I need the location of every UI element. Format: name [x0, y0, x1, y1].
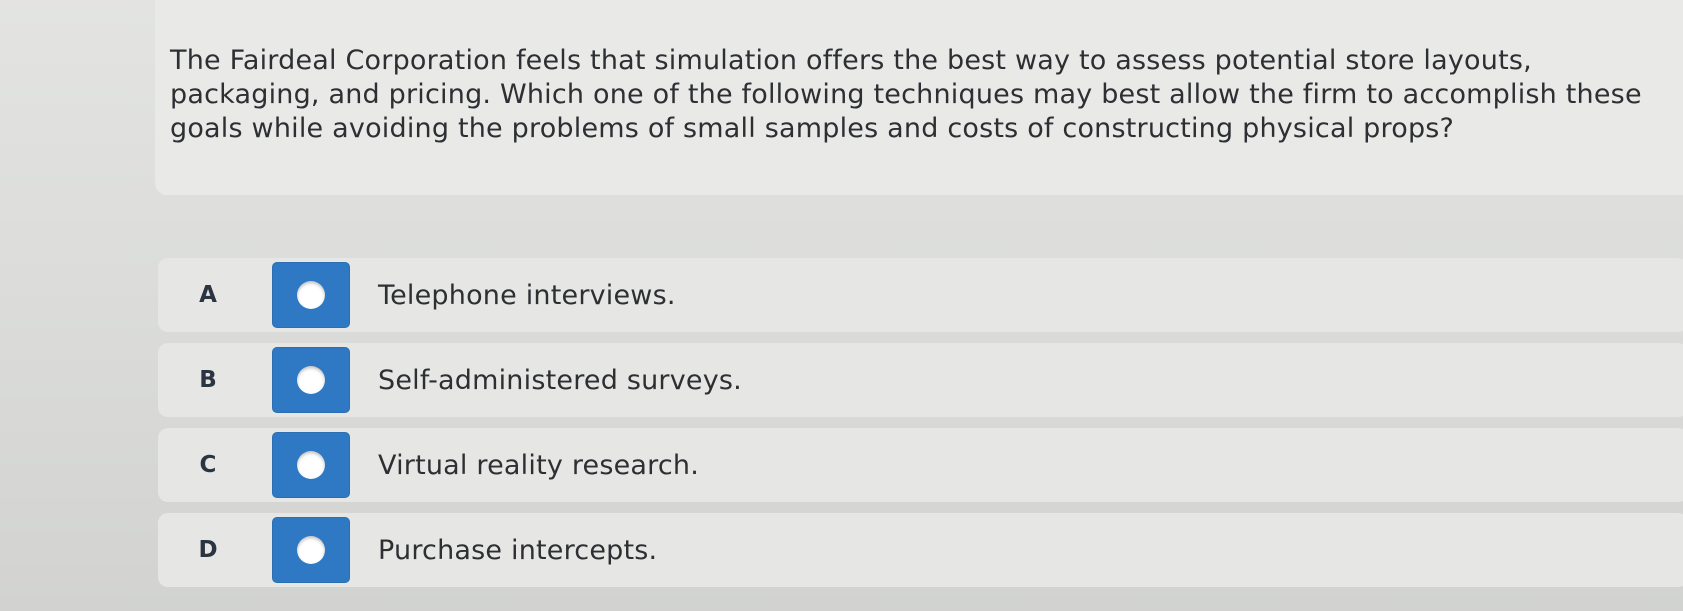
question-text: The Fairdeal Corporation feels that simu… — [170, 45, 1642, 144]
option-label[interactable]: Self-administered surveys. — [378, 365, 742, 396]
quiz-screen: The Fairdeal Corporation feels that simu… — [0, 0, 1683, 611]
option-label[interactable]: Virtual reality research. — [378, 450, 699, 481]
answer-options: A Telephone interviews. B Self-administe… — [158, 258, 1683, 598]
option-label[interactable]: Purchase intercepts. — [378, 535, 657, 566]
radio-button-a[interactable] — [272, 262, 350, 328]
option-d[interactable]: D Purchase intercepts. — [158, 513, 1683, 587]
option-b[interactable]: B Self-administered surveys. — [158, 343, 1683, 417]
option-a[interactable]: A Telephone interviews. — [158, 258, 1683, 332]
option-letter: B — [199, 367, 217, 393]
option-letter: C — [199, 452, 217, 478]
option-letter: D — [198, 537, 218, 563]
radio-unselected-icon — [297, 536, 325, 564]
option-label[interactable]: Telephone interviews. — [378, 280, 676, 311]
radio-button-d[interactable] — [272, 517, 350, 583]
option-c[interactable]: C Virtual reality research. — [158, 428, 1683, 502]
radio-unselected-icon — [297, 451, 325, 479]
radio-button-c[interactable] — [272, 432, 350, 498]
radio-button-b[interactable] — [272, 347, 350, 413]
option-letter: A — [199, 282, 217, 308]
radio-unselected-icon — [297, 366, 325, 394]
radio-unselected-icon — [297, 281, 325, 309]
